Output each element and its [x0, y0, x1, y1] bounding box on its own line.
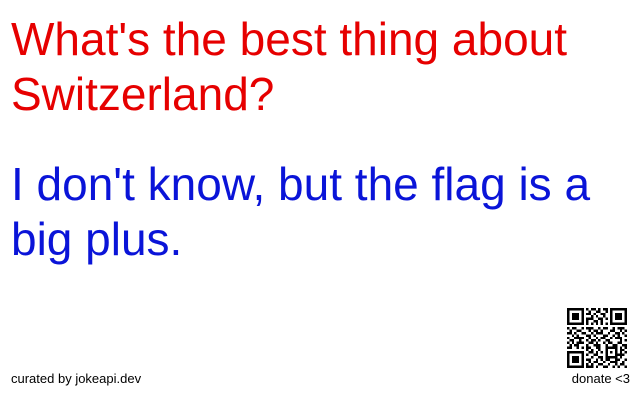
credit-text: curated by jokeapi.dev [11, 371, 142, 386]
joke-setup: What's the best thing about Switzerland? [11, 13, 568, 120]
joke-delivery: I don't know, but the flag is a big plus… [11, 158, 591, 265]
qr-code-icon[interactable] [567, 308, 627, 368]
donate-link[interactable]: donate <3 [572, 371, 630, 387]
